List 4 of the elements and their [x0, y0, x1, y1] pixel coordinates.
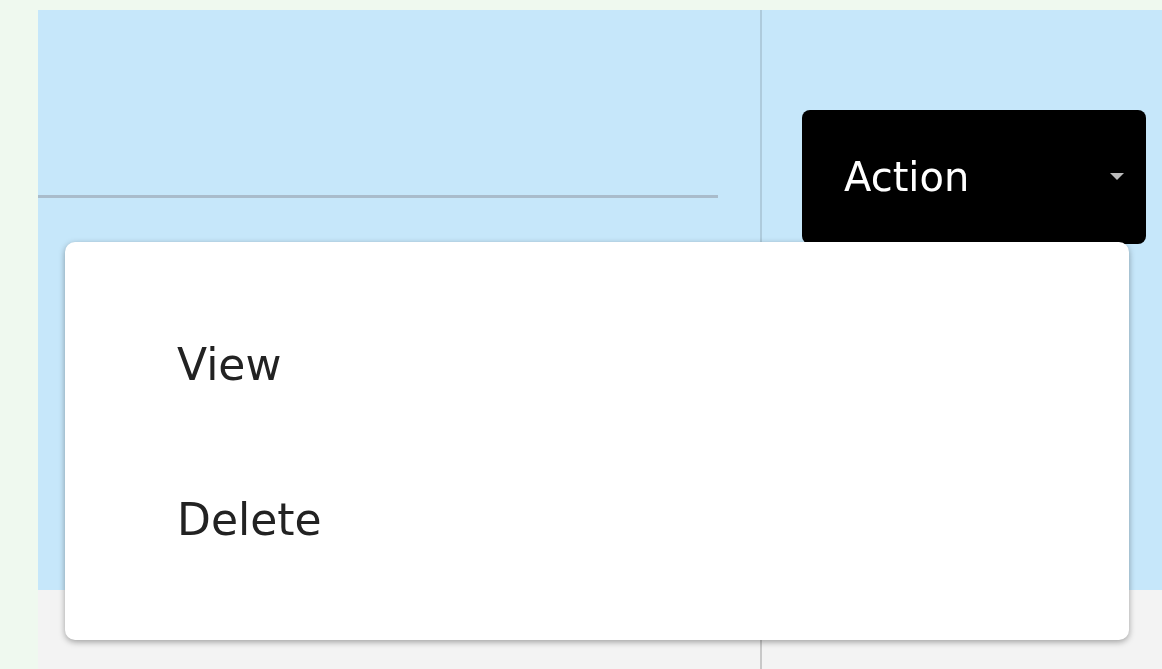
caret-icon — [1110, 173, 1124, 181]
menu-item[interactable]: Delete — [65, 482, 1129, 637]
action-button[interactable]: Action — [802, 110, 1146, 244]
menu-item[interactable]: View — [65, 327, 1129, 482]
